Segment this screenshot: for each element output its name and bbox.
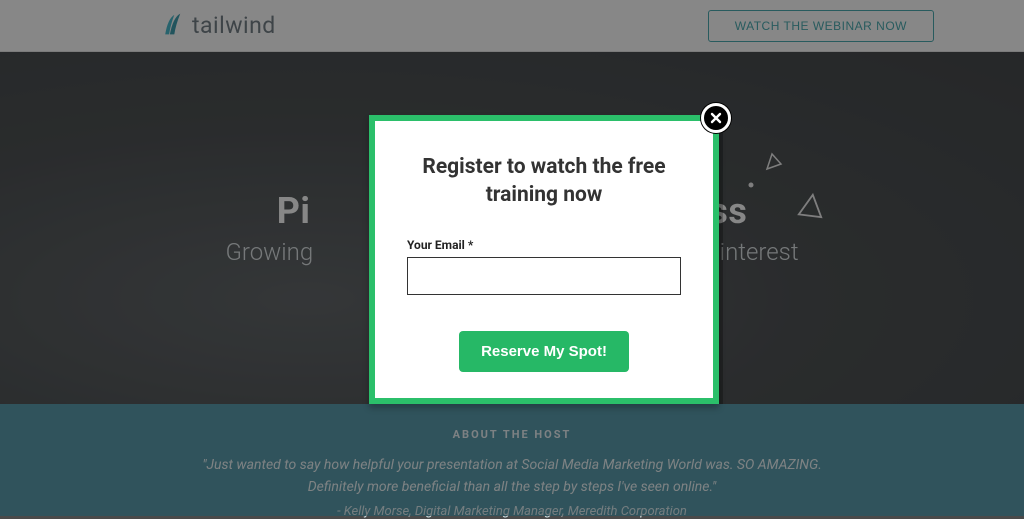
testimonial-attribution: - Kelly Morse, Digital Marketing Manager… [90, 504, 934, 519]
testimonial-quote: "Just wanted to say how helpful your pre… [202, 455, 822, 498]
about-host-heading: ABOUT THE HOST [90, 428, 934, 441]
decor-dot-icon [746, 180, 756, 190]
site-header: tailwind WATCH THE WEBINAR NOW [0, 0, 1024, 52]
reserve-spot-button[interactable]: Reserve My Spot! [459, 331, 629, 372]
brand-name: tailwind [192, 12, 276, 39]
modal-title: Register to watch the free training now [407, 153, 681, 210]
email-label: Your Email * [407, 238, 681, 252]
hero-subtitle-left: Growing [225, 238, 313, 266]
testimonial-section: ABOUT THE HOST "Just wanted to say how h… [0, 404, 1024, 516]
close-icon [710, 109, 722, 128]
hero-title-left: Pi [277, 190, 311, 232]
register-modal: Register to watch the free training now … [369, 115, 719, 404]
email-field[interactable] [407, 257, 681, 295]
decor-triangle-icon [796, 192, 824, 220]
brand-logo[interactable]: tailwind [160, 11, 276, 41]
tailwind-icon [160, 11, 186, 41]
decor-triangle-icon [764, 152, 784, 172]
close-button[interactable] [701, 103, 731, 133]
watch-webinar-button[interactable]: WATCH THE WEBINAR NOW [708, 10, 934, 42]
